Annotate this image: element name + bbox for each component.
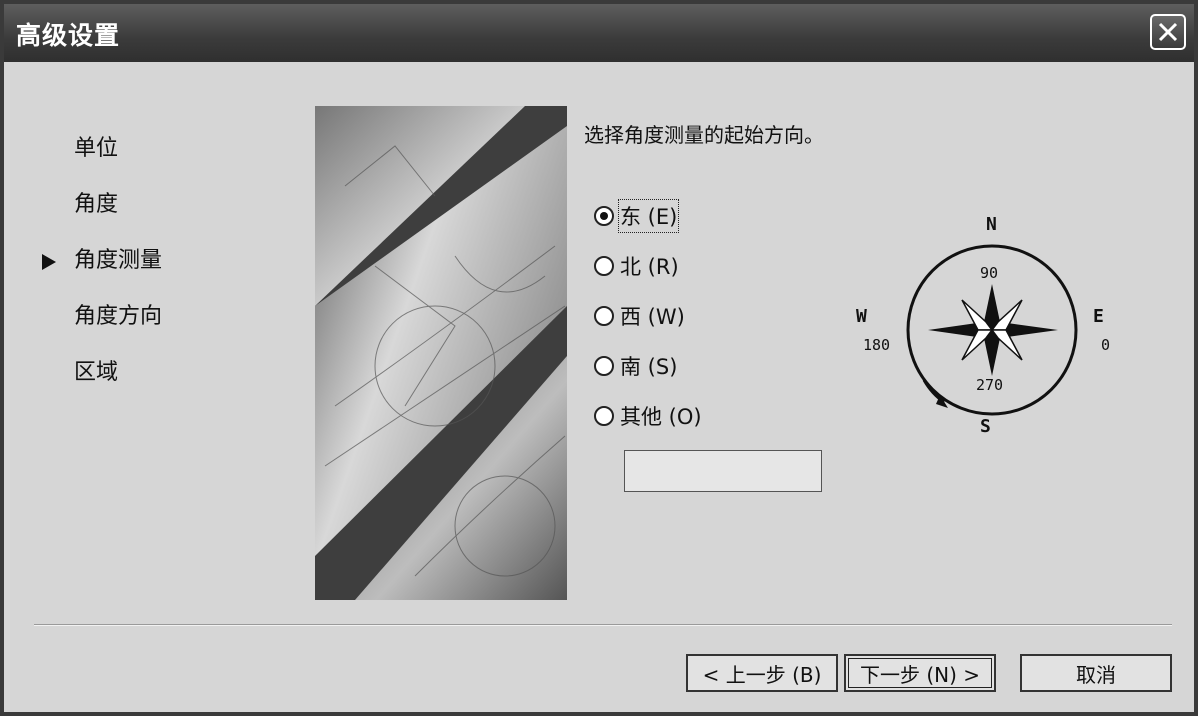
compass-north-label: N [986,214,997,235]
nav-item-angle-direction: 角度方向 [74,304,163,329]
radio-button[interactable] [594,306,614,326]
radio-button[interactable] [594,256,614,276]
window-title: 高级设置 [16,21,121,50]
compass-degree-270: 270 [976,376,1003,394]
radio-button[interactable] [594,356,614,376]
compass-degree-180: 180 [863,336,890,354]
radio-other-label: 其他 (O) [620,405,702,429]
radio-button[interactable] [594,406,614,426]
radio-south-label: 南 (S) [620,355,678,379]
close-icon [1158,22,1178,42]
rolled-drawings-image [315,106,567,600]
cancel-button[interactable]: 取消 [1020,654,1172,692]
title-bar: 高级设置 [4,4,1194,62]
advanced-settings-dialog: 高级设置 单位 角度 角度测量 角度方向 区域 选择角度测量的起始方向。 东 (… [0,0,1198,716]
other-angle-input[interactable] [624,450,822,492]
compass-degree-0: 0 [1101,336,1110,354]
radio-north-label: 北 (R) [620,255,679,279]
nav-item-angle-measure: 角度测量 [74,248,163,273]
nav-item-units: 单位 [74,136,119,161]
radio-other[interactable]: 其他 (O) [594,402,702,430]
close-button[interactable] [1150,14,1186,50]
radio-east-label: 东 (E) [617,199,680,233]
nav-item-angle: 角度 [74,192,119,217]
compass-degree-90: 90 [980,264,998,282]
compass-east-label: E [1093,306,1104,327]
radio-south[interactable]: 南 (S) [594,352,677,380]
radio-north[interactable]: 北 (R) [594,252,679,280]
radio-west-label: 西 (W) [620,305,685,329]
next-button[interactable]: 下一步 (N) > [844,654,996,692]
instruction-text: 选择角度测量的起始方向。 [584,123,824,147]
compass-star-icon [928,284,1058,376]
radio-east[interactable]: 东 (E) [594,199,680,233]
footer-divider [34,624,1172,626]
radio-west[interactable]: 西 (W) [594,302,685,330]
radio-button-checked[interactable] [594,206,614,226]
arrow-right-icon [42,254,56,270]
nav-item-area: 区域 [74,360,119,385]
compass-diagram: N S W E 90 180 0 270 [856,214,1110,437]
compass-west-label: W [856,306,867,327]
back-button[interactable]: < 上一步 (B) [686,654,838,692]
compass-south-label: S [980,416,991,437]
